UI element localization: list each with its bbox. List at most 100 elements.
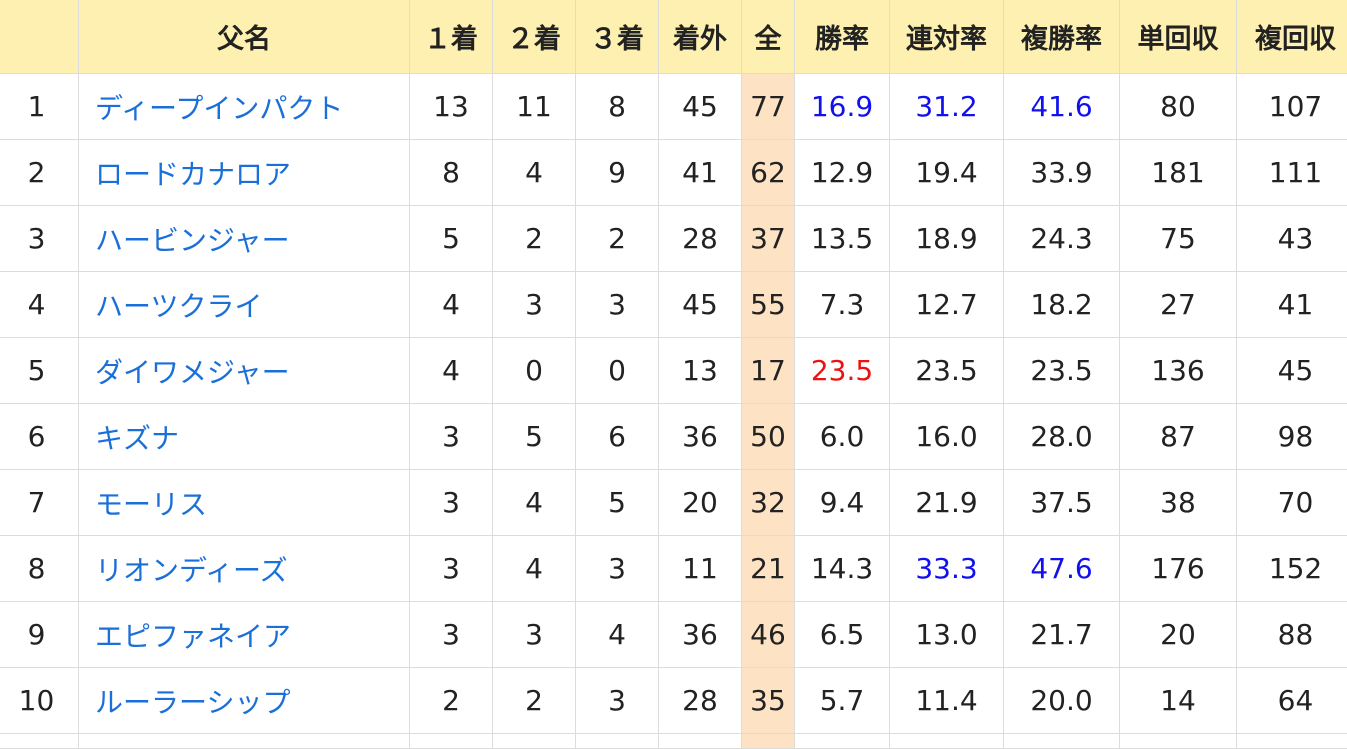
total-count-cell: 37 xyxy=(742,206,795,272)
win-return-cell: 80 xyxy=(1120,74,1237,140)
quinella-rate-cell: 21.9 xyxy=(890,470,1004,536)
col-win-return-header[interactable]: 単回収 xyxy=(1120,0,1237,74)
second-count-cell: 5 xyxy=(493,404,576,470)
outside-count-cell: 11 xyxy=(659,536,742,602)
col-win-rate-header[interactable]: 勝率 xyxy=(795,0,890,74)
second-count-cell: 4 xyxy=(493,536,576,602)
place-rate-cell: 23.5 xyxy=(1004,338,1120,404)
win-rate-cell: 5.7 xyxy=(795,668,890,734)
outside-count-cell xyxy=(659,734,742,749)
win-rate-cell: 16.9 xyxy=(795,74,890,140)
win-return-cell: 14 xyxy=(1120,668,1237,734)
second-count-cell: 3 xyxy=(493,602,576,668)
third-count-cell: 6 xyxy=(576,404,659,470)
sire-name-link[interactable]: ダイワメジャー xyxy=(95,356,290,389)
col-outside-header[interactable]: 着外 xyxy=(659,0,742,74)
win-rate-cell: 12.9 xyxy=(795,140,890,206)
place-return-cell: 41 xyxy=(1237,272,1347,338)
total-count-cell: 35 xyxy=(742,668,795,734)
sire-name-link[interactable]: エピファネイア xyxy=(95,620,291,653)
col-quinella-rate-header[interactable]: 連対率 xyxy=(890,0,1004,74)
col-total-header[interactable]: 全 xyxy=(742,0,795,74)
table-body: 1ディープインパクト13118457716.931.241.6801072ロード… xyxy=(0,74,1347,749)
place-return-cell: 107 xyxy=(1237,74,1347,140)
place-rate-cell: 28.0 xyxy=(1004,404,1120,470)
sire-name-link[interactable]: リオンディーズ xyxy=(95,554,288,587)
quinella-rate-cell xyxy=(890,734,1004,749)
col-third-header[interactable]: ３着 xyxy=(576,0,659,74)
third-count-cell: 4 xyxy=(576,602,659,668)
col-first-header[interactable]: １着 xyxy=(410,0,493,74)
rank-cell: 10 xyxy=(0,668,79,734)
total-count-cell: 62 xyxy=(742,140,795,206)
win-rate-cell: 6.0 xyxy=(795,404,890,470)
header-row: 父名 １着 ２着 ３着 着外 全 勝率 連対率 複勝率 単回収 複回収 xyxy=(0,0,1347,74)
quinella-rate-cell: 33.3 xyxy=(890,536,1004,602)
table-row: 9エピファネイア33436466.513.021.72088 xyxy=(0,602,1347,668)
sire-name-cell: ダイワメジャー xyxy=(79,338,410,404)
win-return-cell: 136 xyxy=(1120,338,1237,404)
sire-name-cell: モーリス xyxy=(79,470,410,536)
total-count-cell: 21 xyxy=(742,536,795,602)
rank-cell: 5 xyxy=(0,338,79,404)
place-rate-cell: 20.0 xyxy=(1004,668,1120,734)
table-row: 3ハービンジャー522283713.518.924.37543 xyxy=(0,206,1347,272)
table-row: 5ダイワメジャー400131723.523.523.513645 xyxy=(0,338,1347,404)
place-rate-cell: 37.5 xyxy=(1004,470,1120,536)
col-second-header[interactable]: ２着 xyxy=(493,0,576,74)
outside-count-cell: 45 xyxy=(659,272,742,338)
outside-count-cell: 41 xyxy=(659,140,742,206)
first-count-cell: 3 xyxy=(410,470,493,536)
sire-name-link[interactable]: キズナ xyxy=(95,422,179,455)
sire-name-link[interactable]: ロードカナロア xyxy=(95,158,291,191)
second-count-cell: 2 xyxy=(493,668,576,734)
sire-name-cell: ディープインパクト xyxy=(79,74,410,140)
first-count-cell: 13 xyxy=(410,74,493,140)
win-return-cell: 27 xyxy=(1120,272,1237,338)
quinella-rate-cell: 23.5 xyxy=(890,338,1004,404)
second-count-cell xyxy=(493,734,576,749)
table-row: 2ロードカナロア849416212.919.433.9181111 xyxy=(0,140,1347,206)
sire-name-cell: ルーラーシップ xyxy=(79,668,410,734)
sire-name-link[interactable]: ディープインパクト xyxy=(95,92,343,125)
third-count-cell: 8 xyxy=(576,74,659,140)
col-sire-name-header[interactable]: 父名 xyxy=(79,0,410,74)
table-row-partial xyxy=(0,734,1347,749)
table-row: 6キズナ35636506.016.028.08798 xyxy=(0,404,1347,470)
place-return-cell: 43 xyxy=(1237,206,1347,272)
quinella-rate-cell: 18.9 xyxy=(890,206,1004,272)
sire-name-link[interactable]: ルーラーシップ xyxy=(95,686,290,719)
sire-name-link[interactable]: モーリス xyxy=(95,488,207,521)
place-rate-cell: 33.9 xyxy=(1004,140,1120,206)
win-rate-cell: 13.5 xyxy=(795,206,890,272)
table-row: 1ディープインパクト13118457716.931.241.680107 xyxy=(0,74,1347,140)
sire-name-link[interactable]: ハービンジャー xyxy=(95,224,290,257)
total-count-cell: 17 xyxy=(742,338,795,404)
place-rate-cell: 21.7 xyxy=(1004,602,1120,668)
sire-name-link[interactable]: ハーツクライ xyxy=(95,290,262,323)
place-return-cell: 98 xyxy=(1237,404,1347,470)
quinella-rate-cell: 11.4 xyxy=(890,668,1004,734)
sire-name-cell: ハービンジャー xyxy=(79,206,410,272)
quinella-rate-cell: 19.4 xyxy=(890,140,1004,206)
place-return-cell: 70 xyxy=(1237,470,1347,536)
outside-count-cell: 13 xyxy=(659,338,742,404)
col-place-rate-header[interactable]: 複勝率 xyxy=(1004,0,1120,74)
col-place-return-header[interactable]: 複回収 xyxy=(1237,0,1347,74)
win-return-cell: 181 xyxy=(1120,140,1237,206)
win-rate-cell: 7.3 xyxy=(795,272,890,338)
third-count-cell xyxy=(576,734,659,749)
table-row: 8リオンディーズ343112114.333.347.6176152 xyxy=(0,536,1347,602)
outside-count-cell: 20 xyxy=(659,470,742,536)
win-return-cell xyxy=(1120,734,1237,749)
second-count-cell: 11 xyxy=(493,74,576,140)
table-row: 4ハーツクライ43345557.312.718.22741 xyxy=(0,272,1347,338)
first-count-cell: 3 xyxy=(410,602,493,668)
place-return-cell: 64 xyxy=(1237,668,1347,734)
third-count-cell: 9 xyxy=(576,140,659,206)
win-return-cell: 20 xyxy=(1120,602,1237,668)
rank-cell: 3 xyxy=(0,206,79,272)
win-return-cell: 38 xyxy=(1120,470,1237,536)
third-count-cell: 0 xyxy=(576,338,659,404)
place-rate-cell: 18.2 xyxy=(1004,272,1120,338)
